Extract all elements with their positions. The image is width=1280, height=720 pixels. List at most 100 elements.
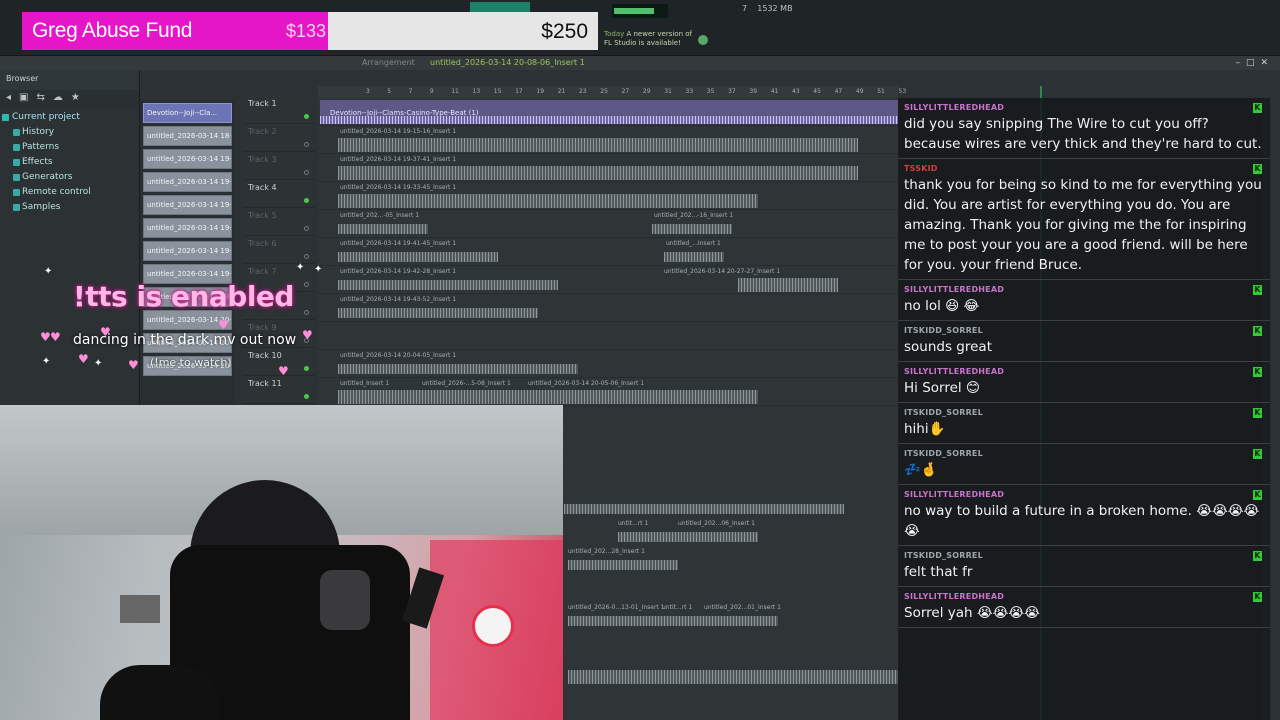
track-label: Track 1 (248, 99, 277, 108)
track-header[interactable]: Track 4 (243, 180, 315, 208)
chat-username[interactable]: ITSKIDD_SORREL (904, 449, 1264, 460)
back-icon[interactable]: ◂ (6, 92, 11, 108)
clip-track4: untitled_2026-03-14 19-33-45_Insert 1 (340, 184, 457, 191)
project-title: untitled_2026-03-14 20-08-06_Insert 1 (430, 58, 585, 67)
clip-track2: untitled_2026-03-14 19-15-16_Insert 1 (340, 128, 457, 135)
track-headers: Track 1 Track 2 Track 3 Track 4 Track 5 Track… (243, 96, 315, 405)
ruler-tick: 3 (366, 88, 370, 95)
chat-text: Hi Sorrel 😊 (904, 380, 981, 396)
clip-track5a: untitled_202...-05_Insert 1 (340, 212, 420, 219)
clip-low4: untitled_2026-0...13-01_Insert 1 (568, 604, 665, 611)
track-label: Track 5 (248, 211, 277, 220)
donation-goal-amount: $250 (541, 20, 588, 43)
webcam-feed (0, 405, 563, 720)
browser-item-label: Remote control (22, 187, 91, 197)
browser-item[interactable]: Generators (0, 170, 139, 185)
clip-track7a: untitled_2026-03-14 19-42-28_Insert 1 (340, 268, 457, 275)
pattern-item[interactable]: untitled_2026-03-14 19- (143, 218, 232, 238)
pattern-item[interactable]: untitled_2026-03-14 18- (143, 126, 232, 146)
browser-item[interactable]: Samples (0, 200, 139, 215)
ruler-tick: 43 (792, 88, 800, 95)
chat-username[interactable]: ITSKIDD_SORREL (904, 551, 1264, 562)
track-enable-led[interactable] (304, 310, 309, 315)
chat-username[interactable]: TSSKID (904, 164, 1264, 175)
main-meter (470, 2, 530, 12)
pattern-item[interactable]: untitled_2026-03-14 19- (143, 195, 232, 215)
track-enable-led[interactable] (304, 170, 309, 175)
star-icon[interactable]: ★ (71, 92, 80, 108)
memory-value: 1532 MB (757, 4, 793, 13)
browser-item-label: Patterns (22, 142, 60, 152)
ruler-tick: 45 (813, 88, 821, 95)
track-enable-led[interactable] (304, 114, 309, 119)
chat-message: ITSKIDD_SORREL felt that fr K (898, 546, 1270, 587)
track-header[interactable]: Track 3 (243, 152, 315, 180)
browser-item[interactable]: Remote control (0, 185, 139, 200)
pattern-item[interactable]: Devotion--Joji--Cla... (143, 103, 232, 123)
chat-username[interactable]: SILLYLITTLEREDHEAD (904, 103, 1264, 114)
ruler-tick: 53 (898, 88, 907, 95)
track-enable-led[interactable] (304, 198, 309, 203)
arrows-icon[interactable]: ⇆ (36, 92, 44, 108)
platform-badge-icon: K (1253, 367, 1262, 377)
track-header[interactable]: Track 5 (243, 208, 315, 236)
chat-username[interactable]: ITSKIDD_SORREL (904, 326, 1264, 337)
track-label: Track 4 (248, 183, 277, 192)
heart-icon: ♥ (100, 325, 111, 339)
chat-text: thank you for being so kind to me for ev… (904, 177, 1262, 273)
ruler-tick: 29 (642, 88, 651, 95)
chat-username[interactable]: SILLYLITTLEREDHEAD (904, 367, 1264, 378)
heart-icon: ♥ (78, 352, 89, 366)
chat-username[interactable]: ITSKIDD_SORREL (904, 408, 1264, 419)
grid-icon[interactable]: ▣ (19, 92, 28, 108)
platform-badge-icon: K (1253, 551, 1262, 561)
browser-item[interactable]: Effects (0, 155, 139, 170)
platform-badge-icon: K (1253, 103, 1262, 113)
heart-icon: ♥ (128, 358, 139, 372)
pattern-item[interactable]: untitled_2026-03-14 19- (143, 172, 232, 192)
ruler-tick: 9 (429, 88, 434, 95)
timeline-ruler[interactable]: 3 5 7 9 11 13 15 17 19 21 23 25 27 29 31 33 35 37 39 41 43 45… (318, 86, 906, 98)
chat-username[interactable]: SILLYLITTLEREDHEAD (904, 592, 1264, 603)
view-label[interactable]: Arrangement (362, 56, 415, 70)
ruler-tick: 13 (472, 88, 481, 95)
pattern-item[interactable]: untitled_2026-03-14 19- (143, 149, 232, 169)
track-header[interactable]: Track 2 (243, 124, 315, 152)
browser-item-label: Generators (22, 172, 73, 182)
track-enable-led[interactable] (304, 142, 309, 147)
ruler-tick: 23 (579, 88, 587, 95)
browser-item[interactable]: History (0, 125, 139, 140)
track-header[interactable]: Track 6 (243, 236, 315, 264)
update-icon[interactable] (698, 35, 708, 45)
folder-icon (13, 174, 20, 181)
window-controls[interactable]: –□✕ (1235, 56, 1274, 70)
browser-item[interactable]: Patterns (0, 140, 139, 155)
ruler-tick: 41 (770, 88, 779, 95)
track-header[interactable]: Track 1 (243, 96, 315, 124)
browser-item[interactable]: Current project (0, 110, 139, 125)
track-enable-led[interactable] (304, 282, 309, 287)
update-notification[interactable]: Today A newer version of FL Studio is av… (604, 30, 696, 48)
track-header[interactable]: Track 11 (243, 376, 315, 404)
track-enable-led[interactable] (304, 394, 309, 399)
ruler-tick: 19 (536, 88, 545, 95)
sparkle-icon: ✦ (94, 358, 103, 369)
ruler-tick: 11 (451, 88, 459, 95)
ruler-tick: 27 (621, 88, 630, 95)
donation-goal-bar: Greg Abuse Fund $133 $250 (22, 12, 598, 50)
chat-username[interactable]: SILLYLITTLEREDHEAD (904, 285, 1264, 296)
track-enable-led[interactable] (304, 226, 309, 231)
chat-username[interactable]: SILLYLITTLEREDHEAD (904, 490, 1264, 501)
pattern-item[interactable]: untitled_2026-03-14 19- (143, 241, 232, 261)
clip-track5b: untitled_202...-16_Insert 1 (654, 212, 734, 219)
clip-track11b: untitled_2026-...5-08_Insert 1 (422, 380, 511, 387)
sparkle-icon: ✦ (314, 264, 323, 275)
chat-panel: SILLYLITTLEREDHEAD did you say snipping T… (898, 98, 1270, 720)
track-enable-led[interactable] (304, 254, 309, 259)
donation-title: Greg Abuse Fund (32, 19, 193, 42)
track-enable-led[interactable] (304, 366, 309, 371)
ruler-tick: 37 (728, 88, 736, 95)
cloud-icon[interactable]: ☁ (53, 92, 63, 108)
clip-track11a: untitled_Insert 1 (340, 380, 390, 387)
notification-day: Today (604, 30, 625, 38)
